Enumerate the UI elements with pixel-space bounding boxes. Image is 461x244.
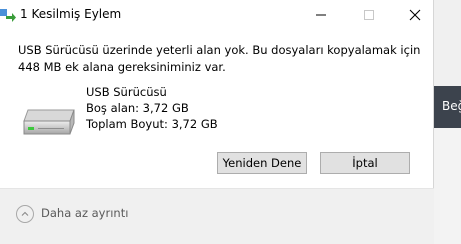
background-window-text: Beğ bbox=[442, 99, 461, 113]
chevron-up-icon bbox=[16, 205, 34, 223]
copy-dialog: 1 Kesilmiş Eylem USB Sürücüsü üzerinde y… bbox=[0, 0, 434, 244]
maximize-icon bbox=[364, 10, 374, 20]
dialog-footer: Daha az ayrıntı bbox=[0, 189, 434, 244]
drive-info: USB Sürücüsü Boş alan: 3,72 GB Toplam Bo… bbox=[86, 84, 218, 132]
minimize-icon bbox=[316, 14, 326, 16]
drive-free-space: Boş alan: 3,72 GB bbox=[86, 101, 189, 115]
usb-drive-icon bbox=[18, 108, 76, 138]
copy-operation-icon bbox=[0, 7, 16, 23]
title-bar[interactable]: 1 Kesilmiş Eylem bbox=[0, 0, 434, 30]
fewer-details-label: Daha az ayrıntı bbox=[41, 206, 129, 220]
retry-button[interactable]: Yeniden Dene bbox=[217, 152, 307, 174]
maximize-button bbox=[346, 0, 392, 30]
background-window-content bbox=[434, 128, 461, 244]
drive-name: USB Sürücüsü bbox=[86, 85, 167, 99]
cancel-button[interactable]: İptal bbox=[320, 152, 410, 174]
dialog-title: 1 Kesilmiş Eylem bbox=[20, 7, 122, 21]
error-message: USB Sürücüsü üzerinde yeterli alan yok. … bbox=[18, 43, 421, 74]
close-icon bbox=[409, 9, 421, 21]
close-button[interactable] bbox=[392, 0, 438, 30]
minimize-button[interactable] bbox=[298, 0, 344, 30]
drive-total-size: Toplam Boyut: 3,72 GB bbox=[86, 117, 218, 131]
